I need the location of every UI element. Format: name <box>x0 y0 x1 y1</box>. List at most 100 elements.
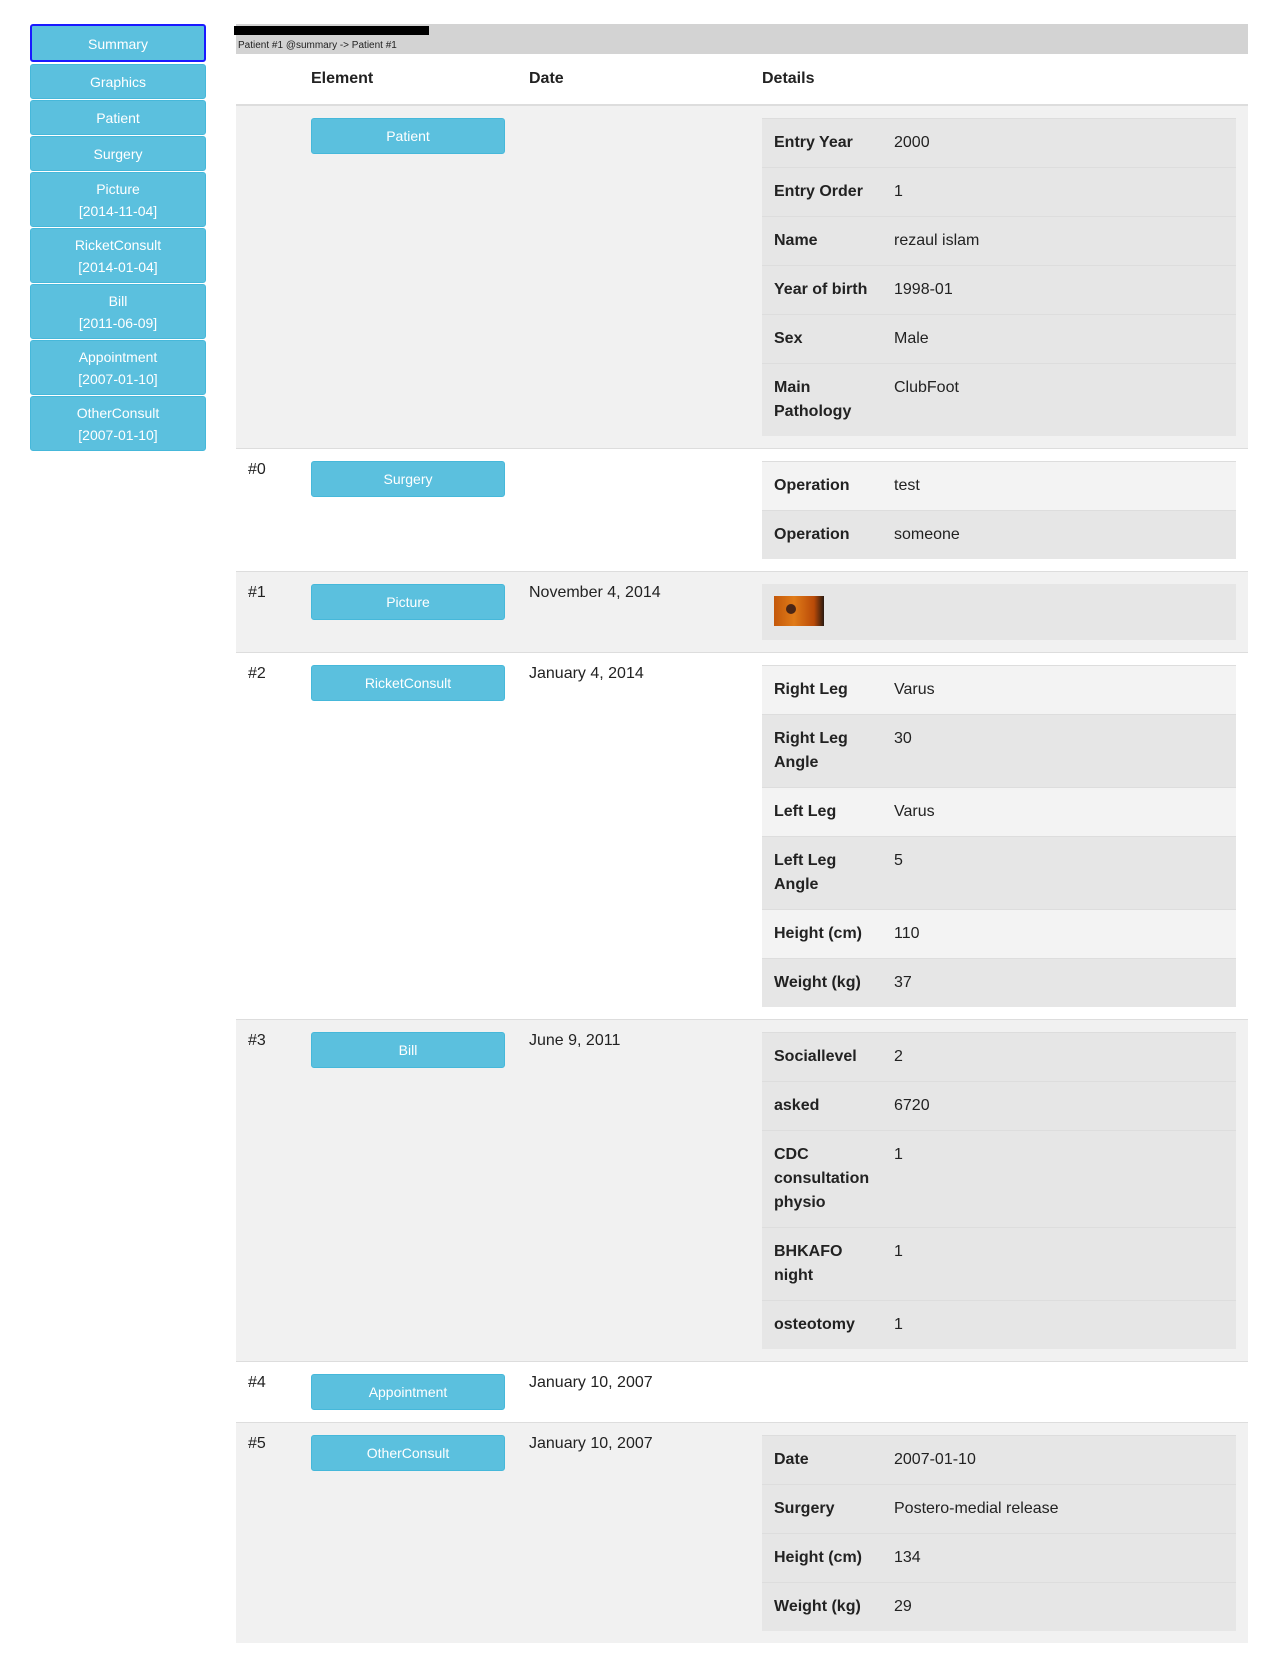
details-value: 1 <box>882 167 1236 217</box>
details-key: Height (cm) <box>762 909 882 959</box>
details-value: someone <box>882 510 1236 559</box>
sidebar-item-patient[interactable]: Patient <box>30 100 206 135</box>
details-value: 1 <box>882 1130 1236 1228</box>
details-value: 134 <box>882 1533 1236 1583</box>
row-index: #4 <box>236 1361 299 1423</box>
details-row: Year of birth 1998-01 <box>762 265 1236 315</box>
redacted-title <box>234 26 429 35</box>
row-index <box>236 104 299 449</box>
sidebar-item-date: [2011-06-09] <box>78 315 158 331</box>
sidebar-item-label: Picture <box>96 181 140 197</box>
summary-table: Element Date Details Patient Entry Year 2… <box>236 54 1248 1643</box>
details-key: Operation <box>762 461 882 511</box>
table-row: Patient Entry Year 2000 Entry Order 1 Name… <box>236 104 1248 449</box>
row-index: #5 <box>236 1422 299 1643</box>
details-value: Postero-medial release <box>882 1484 1236 1534</box>
sidebar-item-ricketconsult[interactable]: RicketConsult [2014-01-04] <box>30 228 206 283</box>
table-row: #1 Picture November 4, 2014 <box>236 571 1248 653</box>
element-button-picture[interactable]: Picture <box>311 584 505 620</box>
picture-details <box>762 584 1236 640</box>
details-key: Sociallevel <box>762 1032 882 1082</box>
details-table: Operation test Operation someone <box>762 461 1236 559</box>
details-value: Varus <box>882 787 1236 837</box>
details-value: 1 <box>882 1300 1236 1349</box>
details-value: 29 <box>882 1582 1236 1631</box>
sidebar-item-summary[interactable]: Summary <box>30 24 206 62</box>
details-row: Entry Order 1 <box>762 167 1236 217</box>
row-index: #0 <box>236 448 299 572</box>
sidebar-item-surgery[interactable]: Surgery <box>30 136 206 171</box>
details-value: 5 <box>882 836 1236 910</box>
details-key: Entry Order <box>762 167 882 217</box>
element-button-bill[interactable]: Bill <box>311 1032 505 1068</box>
details-row: Sex Male <box>762 314 1236 364</box>
sidebar-item-label: RicketConsult <box>74 237 162 253</box>
sidebar-item-date: [2014-11-04] <box>78 203 158 219</box>
details-table: Date 2007-01-10 Surgery Postero-medial rel… <box>762 1435 1236 1631</box>
details-value: 2007-01-10 <box>882 1435 1236 1485</box>
details-row: Height (cm) 134 <box>762 1533 1236 1583</box>
row-date: January 4, 2014 <box>517 652 750 1020</box>
sidebar-item-date: [2007-01-10] <box>78 427 158 443</box>
sidebar: Summary Graphics Patient Surgery Picture… <box>30 24 206 452</box>
row-date: January 10, 2007 <box>517 1422 750 1643</box>
details-key: Year of birth <box>762 265 882 315</box>
details-key: osteotomy <box>762 1300 882 1349</box>
details-value: rezaul islam <box>882 216 1236 266</box>
sidebar-item-bill[interactable]: Bill [2011-06-09] <box>30 284 206 339</box>
details-row: Date 2007-01-10 <box>762 1435 1236 1485</box>
row-date: June 9, 2011 <box>517 1019 750 1362</box>
row-index: #2 <box>236 652 299 1020</box>
details-key: Sex <box>762 314 882 364</box>
sidebar-item-label: Bill <box>108 293 128 309</box>
element-button-appointment[interactable]: Appointment <box>311 1374 505 1410</box>
details-key: Height (cm) <box>762 1533 882 1583</box>
header-date: Date <box>517 54 750 106</box>
details-key: Main Pathology <box>762 363 882 436</box>
row-date <box>517 448 750 572</box>
element-button-surgery[interactable]: Surgery <box>311 461 505 497</box>
row-details-empty <box>750 1361 1248 1423</box>
details-value: ClubFoot <box>882 363 1236 436</box>
details-row: Right Leg Angle 30 <box>762 714 1236 788</box>
sidebar-item-label: Surgery <box>93 146 143 162</box>
details-row: Surgery Postero-medial release <box>762 1484 1236 1534</box>
details-value: 6720 <box>882 1081 1236 1131</box>
sidebar-item-date: [2007-01-10] <box>78 371 158 387</box>
sidebar-item-graphics[interactable]: Graphics <box>30 64 206 99</box>
details-row: Operation test <box>762 461 1236 511</box>
details-row: Main Pathology ClubFoot <box>762 363 1236 436</box>
sidebar-item-otherconsult[interactable]: OtherConsult [2007-01-10] <box>30 396 206 451</box>
details-value: 2 <box>882 1032 1236 1082</box>
details-value: 2000 <box>882 118 1236 168</box>
row-date: January 10, 2007 <box>517 1361 750 1423</box>
picture-thumbnail[interactable] <box>774 596 824 626</box>
sidebar-item-picture[interactable]: Picture [2014-11-04] <box>30 172 206 227</box>
details-value: 1998-01 <box>882 265 1236 315</box>
details-row: Entry Year 2000 <box>762 118 1236 168</box>
details-row: Left Leg Varus <box>762 787 1236 837</box>
sidebar-item-label: Appointment <box>78 349 158 365</box>
sidebar-item-label: Summary <box>88 36 148 52</box>
details-key: asked <box>762 1081 882 1131</box>
details-value: 30 <box>882 714 1236 788</box>
details-key: Right Leg <box>762 665 882 715</box>
details-table: Right Leg Varus Right Leg Angle 30 Left Le… <box>762 665 1236 1007</box>
element-button-ricketconsult[interactable]: RicketConsult <box>311 665 505 701</box>
element-button-otherconsult[interactable]: OtherConsult <box>311 1435 505 1471</box>
details-row: Right Leg Varus <box>762 665 1236 715</box>
details-value: Varus <box>882 665 1236 715</box>
details-key: Name <box>762 216 882 266</box>
sidebar-item-label: Patient <box>96 110 140 126</box>
details-row: Left Leg Angle 5 <box>762 836 1236 910</box>
table-row: #0 Surgery Operation test Operation someon… <box>236 448 1248 572</box>
details-value: 1 <box>882 1227 1236 1301</box>
details-row: Name rezaul islam <box>762 216 1236 266</box>
details-row: osteotomy 1 <box>762 1300 1236 1349</box>
details-key: Operation <box>762 510 882 559</box>
details-key: Date <box>762 1435 882 1485</box>
details-value: 110 <box>882 909 1236 959</box>
element-button-patient[interactable]: Patient <box>311 118 505 154</box>
details-key: Weight (kg) <box>762 958 882 1007</box>
sidebar-item-appointment[interactable]: Appointment [2007-01-10] <box>30 340 206 395</box>
